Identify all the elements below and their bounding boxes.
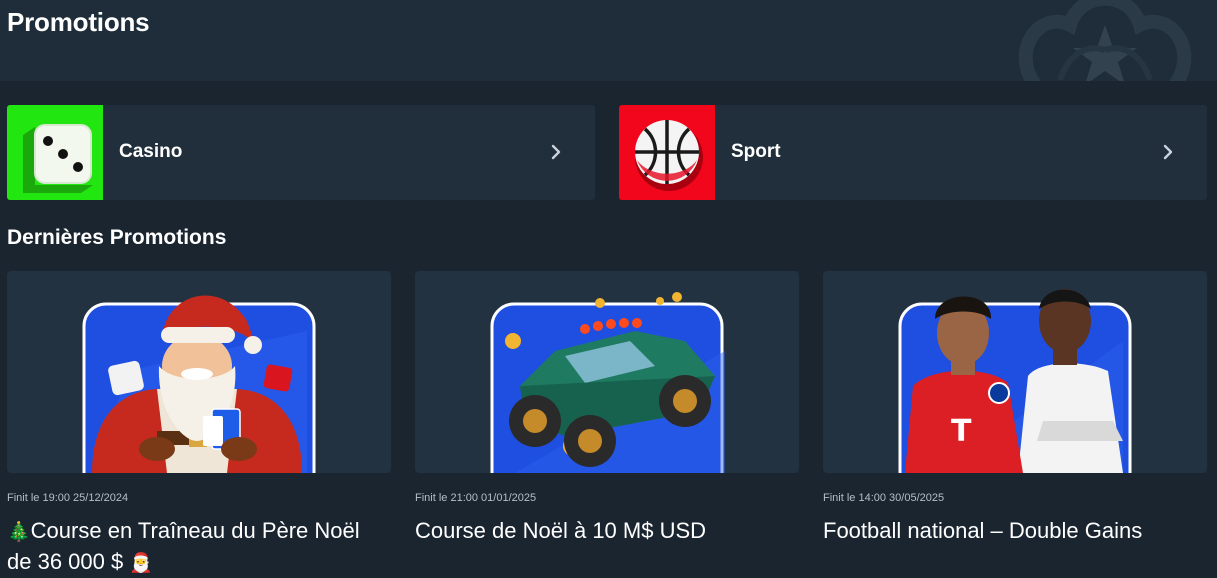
page-title: Promotions	[7, 7, 150, 37]
promo-end-date: Finit le 14:00 30/05/2025	[823, 492, 945, 504]
promo-end-date: Finit le 19:00 25/12/2024	[7, 492, 129, 504]
category-card-sport[interactable]: Sport	[619, 105, 1207, 200]
promo-title[interactable]: 🎄Course en Traîneau du Père Noël de 36 0…	[7, 516, 402, 578]
promo-card-football[interactable]: T Finit le 14:00 30/05/2025 Football nat…	[823, 271, 1207, 561]
dice-icon	[7, 105, 103, 200]
basketball-icon	[619, 105, 715, 200]
santa-illustration	[7, 271, 391, 473]
section-title: Dernières Promotions	[7, 226, 227, 249]
promo-title[interactable]: Football national – Double Gains	[823, 516, 1217, 546]
monster-truck-illustration	[415, 271, 799, 473]
promo-card-santa[interactable]: Finit le 19:00 25/12/2024 🎄Course en Tra…	[7, 271, 391, 574]
star-emblem-icon	[1018, 0, 1192, 81]
category-label-sport: Sport	[731, 141, 781, 162]
football-players-illustration: T	[823, 271, 1207, 473]
santa-emoji-icon: 🎅	[129, 552, 154, 574]
svg-text:T: T	[951, 414, 972, 449]
category-label-casino: Casino	[119, 141, 183, 162]
category-card-casino[interactable]: Casino	[7, 105, 595, 200]
chevron-right-icon	[551, 144, 561, 160]
promo-title[interactable]: Course de Noël à 10 M$ USD	[415, 516, 810, 546]
promotions-header: Promotions	[0, 0, 1217, 81]
chevron-right-icon	[1163, 144, 1173, 160]
promo-end-date: Finit le 21:00 01/01/2025	[415, 492, 537, 504]
christmas-tree-icon: 🎄	[7, 521, 31, 543]
promo-card-truck[interactable]: Finit le 21:00 01/01/2025 Course de Noël…	[415, 271, 799, 561]
